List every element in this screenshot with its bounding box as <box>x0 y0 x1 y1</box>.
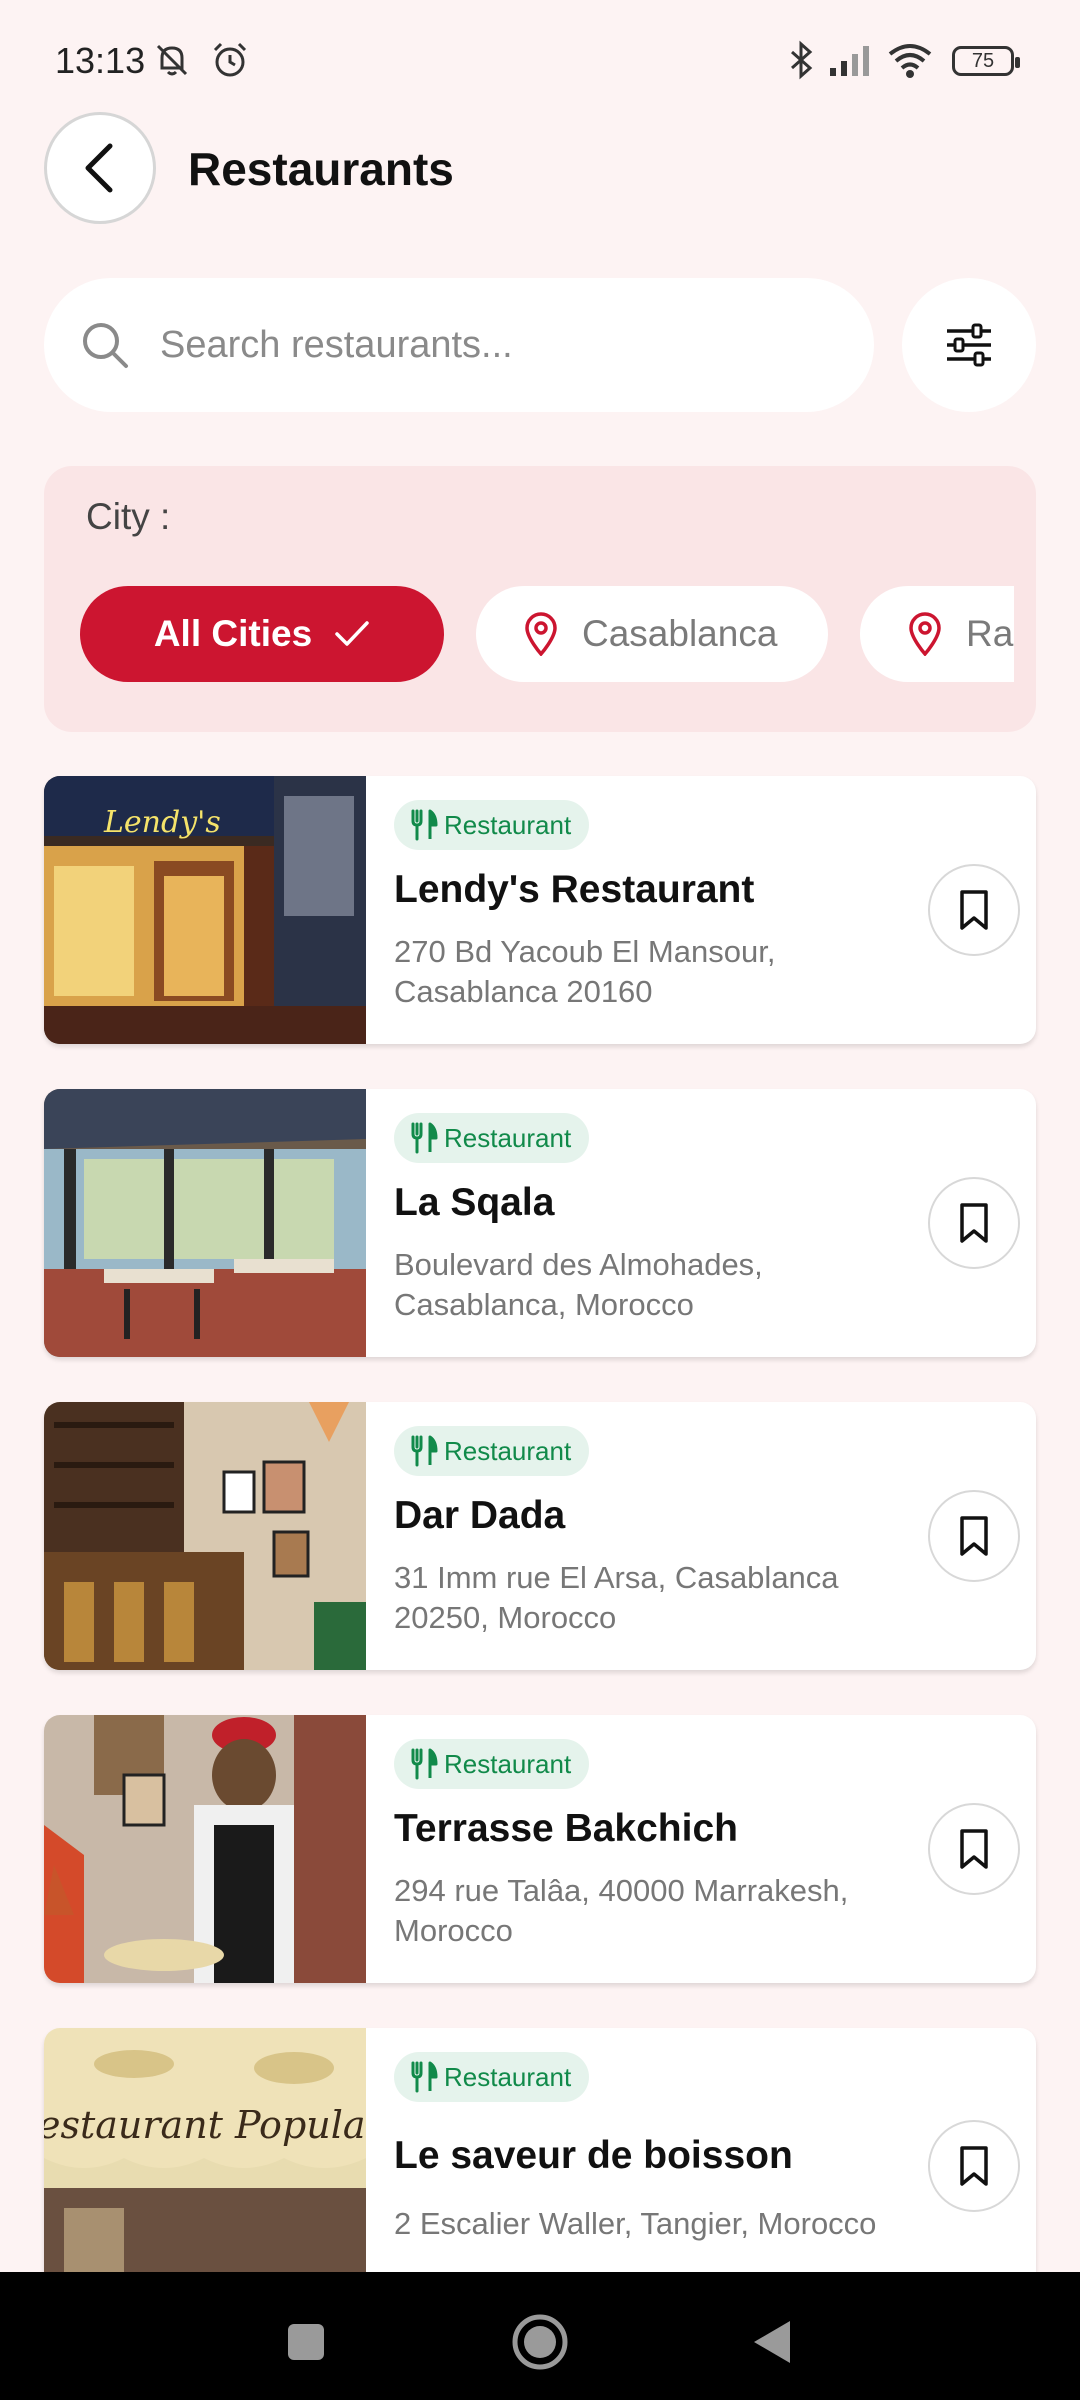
page-title: Restaurants <box>188 143 454 195</box>
card1-sign-text: Lendy's <box>103 805 221 840</box>
search-icon <box>83 323 128 368</box>
tag-label: Restaurant <box>444 2061 572 2092</box>
back-button[interactable] <box>44 112 156 224</box>
wifi-icon <box>888 44 932 78</box>
restaurant-name: La Sqala <box>394 1181 555 1224</box>
restaurant-name: Dar Dada <box>394 1494 566 1537</box>
restaurant-name: Le saveur de boisson <box>394 2134 793 2177</box>
search-input[interactable] <box>160 314 840 376</box>
tag-label: Restaurant <box>444 809 572 840</box>
fork-knife-icon <box>411 1122 438 1154</box>
bookmark-icon <box>960 1203 988 1243</box>
restaurant-card[interactable]: Lendy's Restaurant Lendy's Restaurant 27… <box>44 776 1036 1044</box>
restaurant-name: Terrasse Bakchich <box>394 1807 738 1850</box>
restaurant-address: 31 Imm rue El Arsa, Casablanca 20250, Mo… <box>394 1560 839 1635</box>
card5-sign-text: estaurant Populaire <box>44 2103 366 2147</box>
fork-knife-icon <box>411 1435 438 1467</box>
restaurant-photo <box>44 1715 366 1983</box>
search-bar[interactable] <box>44 278 874 412</box>
bookmark-button[interactable] <box>928 1803 1020 1895</box>
square-icon <box>288 2324 324 2360</box>
chip-rabat[interactable]: Rabat <box>860 586 1014 682</box>
chip-casablanca[interactable]: Casablanca <box>476 586 828 682</box>
filter-button[interactable] <box>902 278 1036 412</box>
restaurant-photo <box>44 1402 366 1670</box>
restaurant-address: 294 rue Talâa, 40000 Marrakesh, Morocco <box>394 1873 849 1948</box>
location-pin-icon <box>909 612 941 656</box>
fork-knife-icon <box>411 1748 438 1780</box>
fork-knife-icon <box>411 809 438 841</box>
status-bar: 13:13 75 <box>0 0 1080 120</box>
restaurant-address: 270 Bd Yacoub El Mansour, Casablanca 201… <box>394 934 776 1009</box>
restaurant-tag: Restaurant <box>394 1739 590 1789</box>
tag-label: Restaurant <box>444 1748 572 1779</box>
restaurant-tag: Restaurant <box>394 2052 590 2102</box>
chip-label: Rabat <box>966 613 1014 654</box>
system-nav-bar <box>0 2272 1080 2400</box>
restaurant-tag: Restaurant <box>394 1426 590 1476</box>
location-pin-icon <box>525 612 557 656</box>
back-nav-button[interactable] <box>732 2302 812 2382</box>
sliders-icon <box>947 323 991 367</box>
restaurant-card[interactable]: Restaurant Terrasse Bakchich 294 rue Tal… <box>44 1715 1036 1983</box>
signal-icon <box>830 46 869 76</box>
restaurant-address: Boulevard des Almohades, Casablanca, Mor… <box>394 1247 763 1322</box>
bookmark-button[interactable] <box>928 1490 1020 1582</box>
city-filter-panel: City : All Cities Casablanca Rabat <box>44 466 1036 732</box>
bluetooth-icon <box>791 40 813 80</box>
city-label: City : <box>86 496 171 537</box>
bookmark-button[interactable] <box>928 1177 1020 1269</box>
fork-knife-icon <box>411 2061 438 2093</box>
restaurant-photo: Lendy's <box>44 776 366 1044</box>
bookmark-icon <box>960 1829 988 1869</box>
bookmark-button[interactable] <box>928 864 1020 956</box>
chip-all-cities[interactable]: All Cities <box>80 586 444 682</box>
restaurant-photo <box>44 1089 366 1357</box>
tag-label: Restaurant <box>444 1122 572 1153</box>
bookmark-button[interactable] <box>928 2120 1020 2212</box>
chip-label: All Cities <box>153 613 313 654</box>
bookmark-icon <box>960 1516 988 1556</box>
restaurant-address: 2 Escalier Waller, Tangier, Morocco <box>394 2206 877 2241</box>
home-button[interactable] <box>500 2302 580 2382</box>
back-triangle-icon <box>754 2321 790 2363</box>
home-circle-icon <box>512 2314 568 2370</box>
restaurant-tag: Restaurant <box>394 1113 590 1163</box>
check-icon <box>335 621 369 646</box>
status-time: 13:13 <box>55 40 146 81</box>
restaurant-name: Lendy's Restaurant <box>394 868 755 911</box>
bookmark-icon <box>960 2146 988 2186</box>
recents-button[interactable] <box>266 2302 346 2382</box>
back-arrow-icon <box>85 143 113 193</box>
chip-label: Casablanca <box>582 613 778 654</box>
restaurant-card[interactable]: Restaurant La Sqala Boulevard des Almoha… <box>44 1089 1036 1357</box>
restaurant-tag: Restaurant <box>394 800 590 850</box>
city-chips-scroller[interactable]: All Cities Casablanca Rabat <box>80 584 1014 684</box>
restaurant-card[interactable]: Restaurant Dar Dada 31 Imm rue El Arsa, … <box>44 1402 1036 1670</box>
tag-label: Restaurant <box>444 1435 572 1466</box>
alarm-icon <box>213 42 247 77</box>
mute-bell-icon <box>156 44 188 76</box>
battery-indicator: 75 <box>952 46 1020 76</box>
bookmark-icon <box>960 890 988 930</box>
